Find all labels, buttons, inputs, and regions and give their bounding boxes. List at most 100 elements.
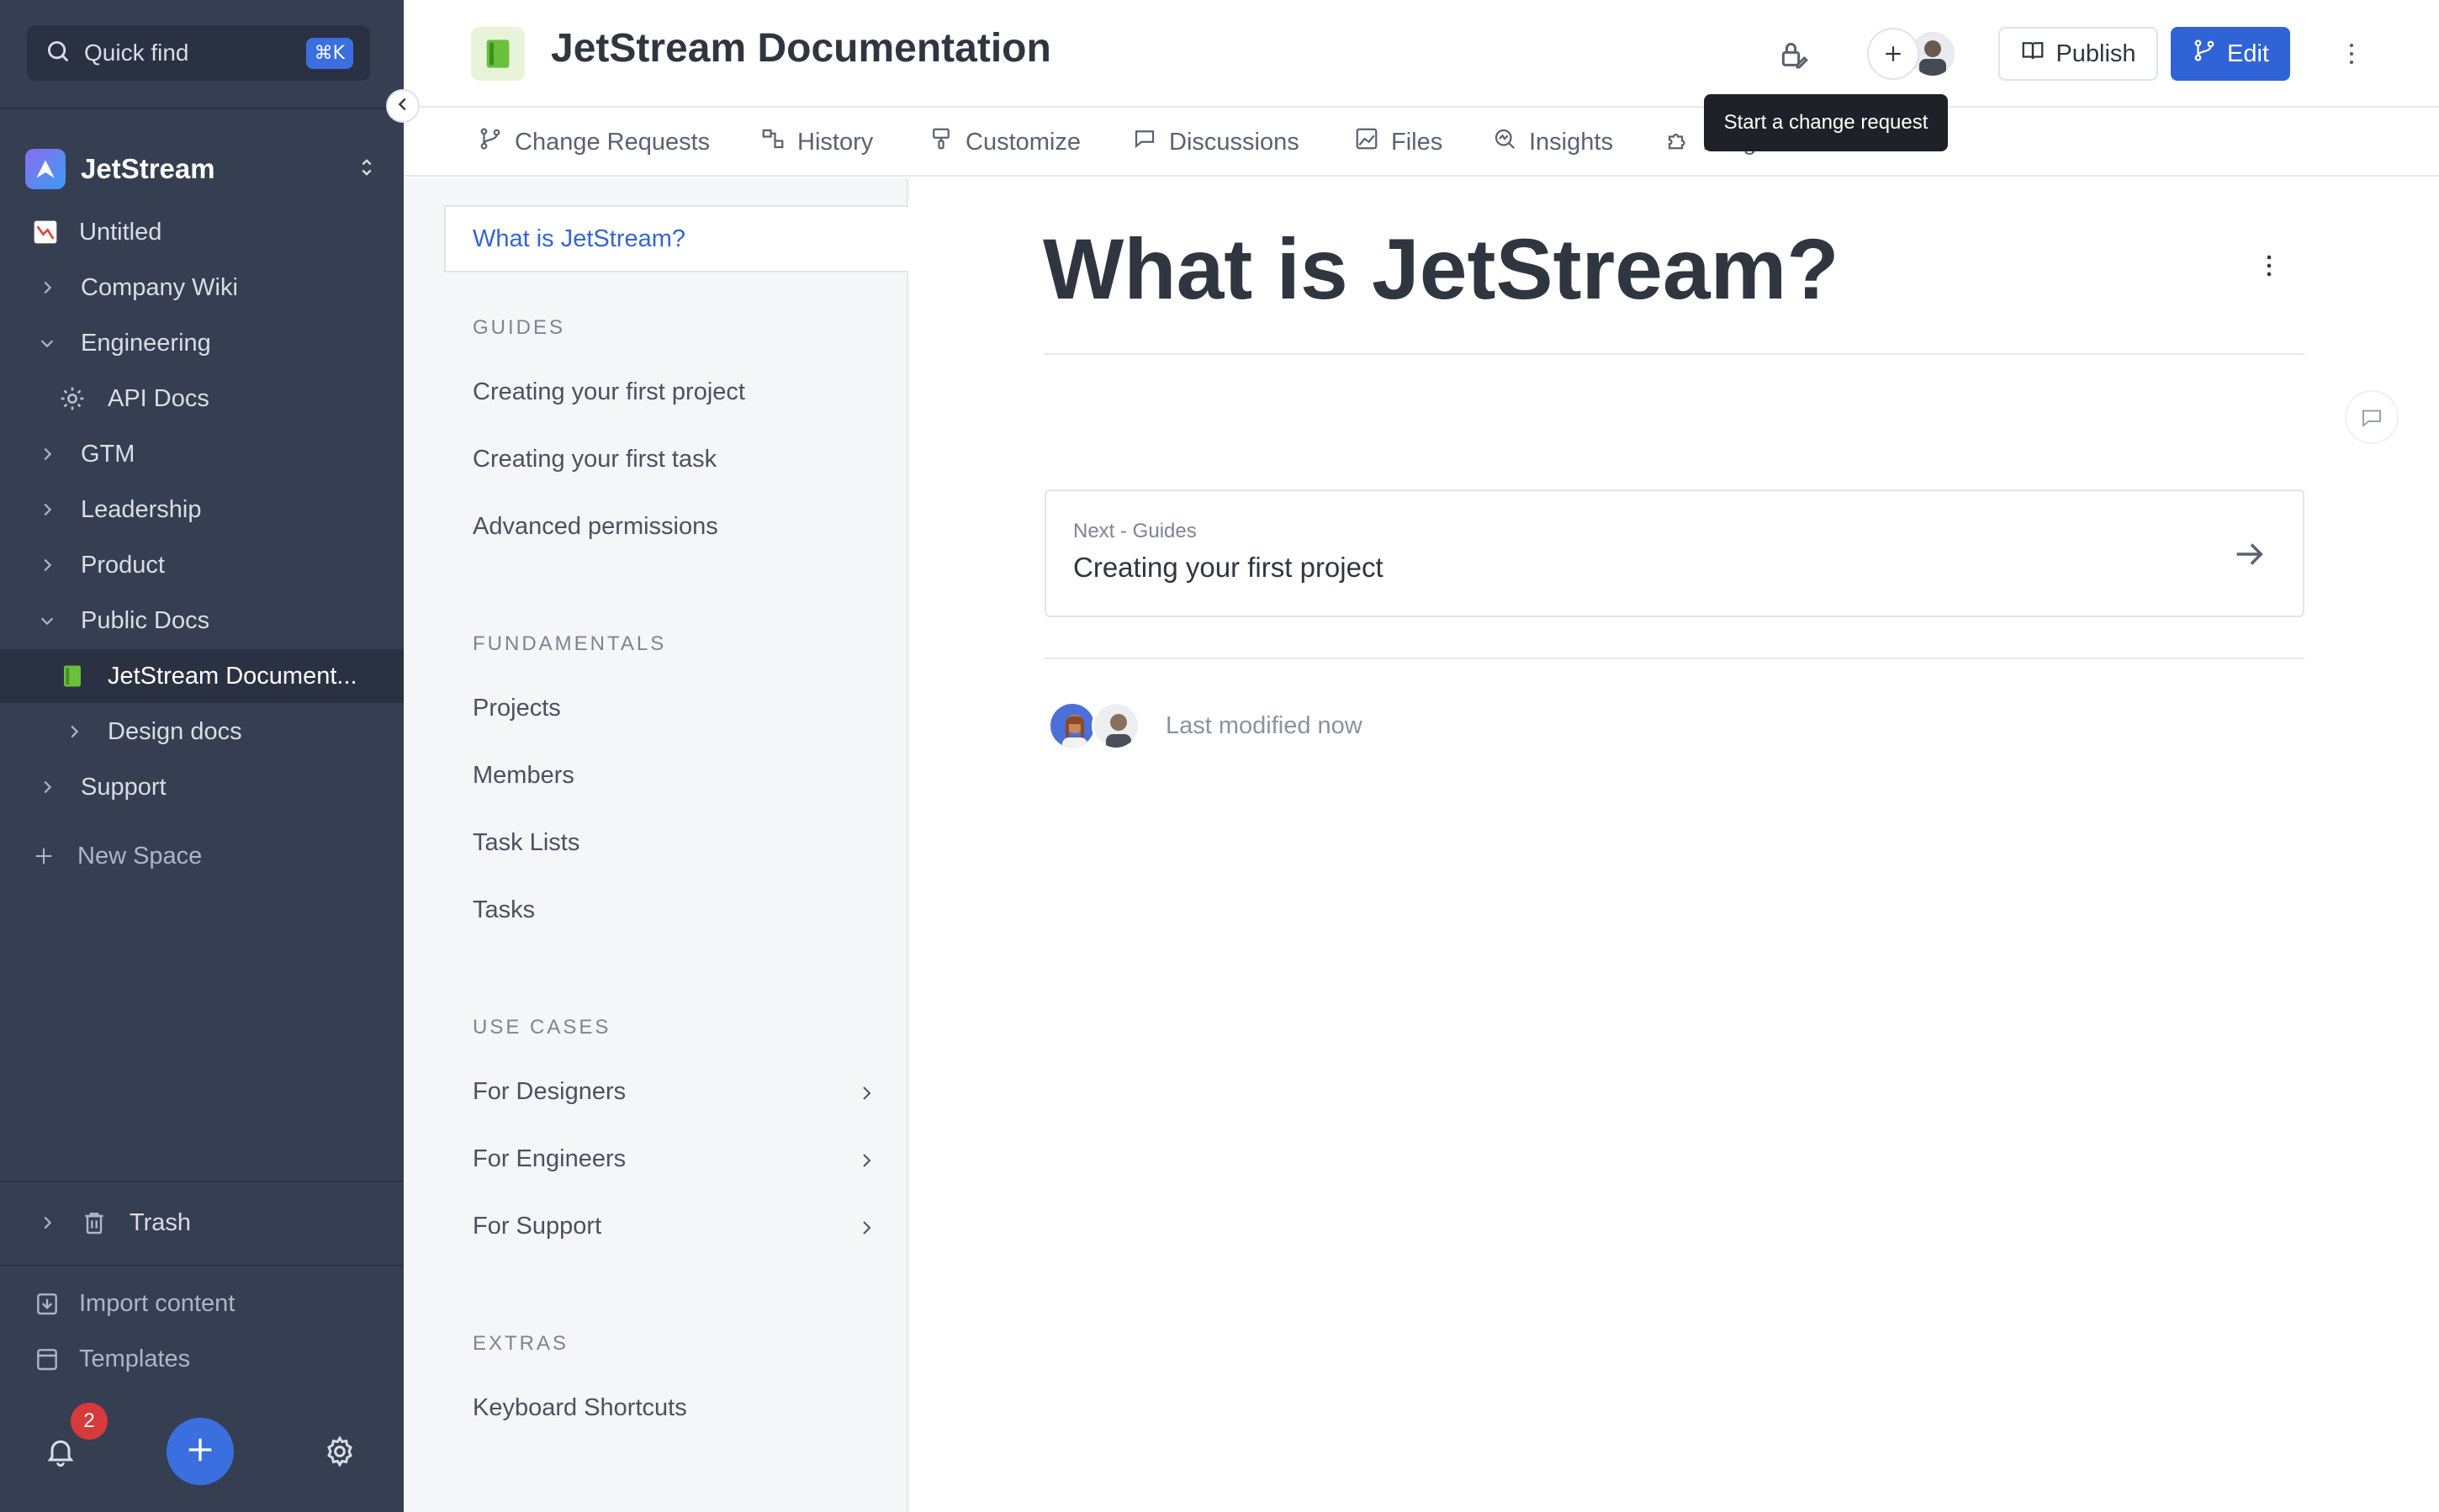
sidebar-item-api-docs[interactable]: API Docs: [0, 372, 404, 426]
page-nav-item[interactable]: Creating your first project: [473, 378, 876, 406]
templates-button[interactable]: Templates: [32, 1344, 190, 1374]
section-heading: FUNDAMENTALS: [473, 632, 667, 655]
import-content-label: Import content: [79, 1289, 235, 1317]
last-modified: Last modified now: [1166, 711, 1362, 739]
image-icon: [1354, 126, 1391, 158]
sidebar-item-jetstream-documentation[interactable]: JetStream Document...: [0, 649, 404, 703]
sidebar-item-untitled[interactable]: Untitled: [0, 205, 404, 259]
page-authors: Last modified now: [1048, 700, 1362, 752]
sidebar-item-public-docs[interactable]: Public Docs: [0, 594, 404, 648]
edit-button[interactable]: Edit: [2171, 27, 2290, 81]
branch-icon: [478, 126, 515, 158]
sidebar-item-trash[interactable]: Trash: [0, 1196, 404, 1250]
notification-badge: 2: [71, 1403, 108, 1440]
shortcut-badge: ⌘K: [305, 37, 353, 69]
sidebar-item-label: Company Wiki: [81, 273, 238, 301]
settings-gear-icon[interactable]: [323, 1435, 357, 1468]
page-nav-item[interactable]: Advanced permissions: [473, 513, 876, 541]
new-space-button[interactable]: New Space: [0, 829, 404, 883]
create-button[interactable]: [167, 1418, 234, 1485]
next-page-subtitle: Next - Guides: [1073, 520, 1197, 542]
chevron-right-icon: [35, 775, 59, 799]
section-heading: USE CASES: [473, 1016, 611, 1039]
tab-label: Customize: [966, 128, 1081, 156]
tab-label: Change Requests: [515, 128, 711, 156]
page-nav-item-for-engineers[interactable]: For Engineers: [473, 1145, 876, 1173]
tab-discussions[interactable]: Discussions: [1132, 126, 1299, 158]
page-header: JetStream Documentation Publish Edit: [404, 0, 2439, 108]
avatar: [1092, 701, 1140, 750]
chevron-right-icon: [35, 553, 59, 577]
collaborators[interactable]: [1867, 27, 1960, 81]
section-heading: EXTRAS: [473, 1332, 569, 1355]
lock-edit-icon[interactable]: [1776, 37, 1810, 71]
page-nav-item[interactable]: Task Lists: [473, 829, 876, 857]
sidebar-item-label: Support: [81, 773, 167, 801]
new-space-label: New Space: [77, 842, 203, 870]
gear-icon: [57, 383, 87, 414]
page-nav-item-for-support[interactable]: For Support: [473, 1213, 876, 1240]
sidebar: Quick find ⌘K JetStream Untitled Company…: [0, 0, 404, 1512]
page-nav-item[interactable]: Tasks: [473, 896, 876, 924]
more-options-icon[interactable]: [2252, 249, 2286, 283]
more-options-icon[interactable]: [2335, 37, 2368, 71]
page-content: What is JetStream? Next - Guides Creatin…: [908, 178, 2439, 1512]
divider: [1045, 353, 2304, 355]
puzzle-icon: [1665, 126, 1702, 158]
tab-label: Files: [1391, 128, 1443, 156]
tab-history[interactable]: History: [760, 126, 873, 158]
content-title: What is JetStream?: [1043, 221, 1839, 317]
app: Quick find ⌘K JetStream Untitled Company…: [0, 0, 2439, 1512]
page-nav-label: For Support: [473, 1213, 602, 1240]
sidebar-item-company-wiki[interactable]: Company Wiki: [0, 261, 404, 315]
chevron-right-icon: [35, 498, 59, 521]
trash-icon: [79, 1208, 109, 1238]
book-icon: [57, 661, 87, 691]
next-page-card[interactable]: Next - Guides Creating your first projec…: [1045, 489, 2304, 617]
page-nav-item-active[interactable]: What is JetStream?: [444, 205, 908, 272]
page-nav-item[interactable]: Keyboard Shortcuts: [473, 1394, 876, 1422]
sidebar-divider: [0, 108, 404, 109]
sidebar-divider: [0, 1181, 404, 1182]
tab-change-requests[interactable]: Change Requests: [478, 126, 710, 158]
chevron-right-icon: [856, 1150, 876, 1170]
sidebar-item-label: Untitled: [79, 218, 162, 246]
sidebar-item-gtm[interactable]: GTM: [0, 427, 404, 481]
edit-label: Edit: [2227, 40, 2269, 67]
page-nav-item[interactable]: Creating your first task: [473, 446, 876, 473]
publish-label: Publish: [2055, 40, 2136, 67]
chart-icon: [30, 217, 61, 247]
publish-button[interactable]: Publish: [1998, 27, 2158, 81]
sidebar-item-leadership[interactable]: Leadership: [0, 483, 404, 537]
sidebar-item-label: API Docs: [108, 384, 209, 412]
sidebar-item-label: Product: [81, 551, 165, 579]
arrow-right-icon: [2230, 535, 2269, 574]
tab-insights[interactable]: Insights: [1492, 126, 1613, 158]
sidebar-item-product[interactable]: Product: [0, 538, 404, 592]
page-nav-item[interactable]: Projects: [473, 695, 876, 722]
tab-files[interactable]: Files: [1354, 126, 1442, 158]
org-switcher[interactable]: JetStream: [25, 148, 378, 190]
search-icon: [44, 37, 72, 70]
collapse-sidebar-button[interactable]: [386, 89, 420, 123]
sidebar-item-design-docs[interactable]: Design docs: [0, 705, 404, 759]
comment-icon[interactable]: [2345, 390, 2399, 444]
add-collaborator-button[interactable]: [1867, 28, 1919, 80]
plus-icon: [32, 844, 56, 868]
page-nav-item[interactable]: Members: [473, 762, 876, 790]
sidebar-item-engineering[interactable]: Engineering: [0, 316, 404, 370]
chevron-down-icon: [35, 331, 59, 355]
page-nav-label: For Engineers: [473, 1145, 627, 1172]
templates-label: Templates: [79, 1345, 191, 1372]
org-logo-icon: [25, 149, 66, 189]
tab-customize[interactable]: Customize: [929, 126, 1081, 158]
bell-icon[interactable]: [44, 1435, 77, 1468]
import-content-button[interactable]: Import content: [32, 1288, 235, 1319]
tab-label: History: [797, 128, 874, 156]
tab-label: Discussions: [1169, 128, 1299, 156]
sidebar-item-support[interactable]: Support: [0, 760, 404, 814]
quick-find-search[interactable]: Quick find ⌘K: [27, 25, 370, 81]
avatar: [1048, 701, 1097, 750]
sidebar-item-label: GTM: [81, 440, 135, 468]
page-nav-item-for-designers[interactable]: For Designers: [473, 1078, 876, 1106]
